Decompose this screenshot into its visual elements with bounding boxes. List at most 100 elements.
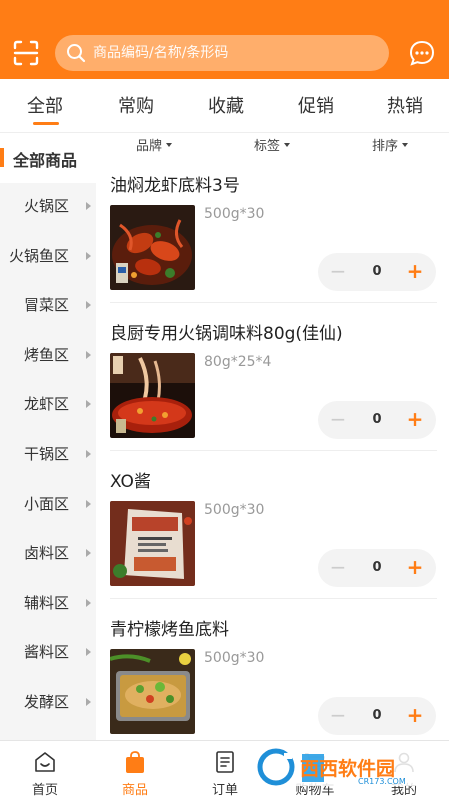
product-item[interactable]: 青柠檬烤鱼底料 500g*30 − 0 + — [96, 599, 449, 740]
chevron-right-icon — [86, 202, 91, 210]
product-name: XO酱 — [110, 472, 151, 492]
category-sidebar: 全部商品 火锅区 火锅鱼区 冒菜区 烤鱼区 龙虾区 干锅区 小面区 卤料区 辅料… — [0, 133, 96, 740]
chevron-right-icon — [86, 351, 91, 359]
tab-hot[interactable]: 热销 — [387, 92, 423, 118]
bag-icon — [123, 750, 147, 774]
increase-button[interactable]: + — [404, 703, 426, 727]
product-name: 良厨专用火锅调味料80g(佳仙) — [110, 324, 343, 344]
sidebar-item-label: 烤鱼区 — [23, 346, 69, 364]
quantity-stepper: − 0 + — [318, 401, 436, 439]
quantity-value[interactable]: 0 — [362, 708, 392, 723]
tab-favorites[interactable]: 收藏 — [208, 92, 244, 118]
chevron-right-icon — [86, 698, 91, 706]
message-icon[interactable] — [408, 39, 436, 67]
product-image[interactable] — [110, 353, 195, 438]
product-list: 油焖龙虾底料3号 500g*30 − 0 + 良厨专用火锅调味料80g(佳仙) … — [96, 155, 449, 740]
product-image[interactable] — [110, 649, 195, 734]
search-box[interactable] — [55, 35, 389, 71]
sidebar-item-all-products[interactable]: 全部商品 — [0, 133, 96, 183]
quantity-stepper: − 0 + — [318, 697, 436, 735]
tab-all[interactable]: 全部 — [27, 92, 63, 118]
sidebar-item-grilled-fish[interactable]: 烤鱼区 — [0, 330, 96, 380]
nav-home[interactable]: 首页 — [0, 741, 90, 797]
product-item[interactable]: 油焖龙虾底料3号 500g*30 − 0 + — [96, 155, 449, 303]
product-spec: 500g*30 — [204, 502, 265, 518]
product-spec: 500g*30 — [204, 206, 265, 222]
scan-icon[interactable] — [13, 40, 39, 66]
filter-label: 标签 — [254, 139, 281, 154]
product-spec: 500g*30 — [204, 650, 265, 666]
quantity-value[interactable]: 0 — [362, 264, 392, 279]
watermark-url: CR173.COM — [358, 777, 406, 786]
chevron-right-icon — [86, 301, 91, 309]
header-bar — [0, 0, 449, 79]
sidebar-item-dry-pot[interactable]: 干锅区 — [0, 429, 96, 479]
nav-label: 商品 — [121, 783, 148, 797]
app: 全部 常购 收藏 促销 热销 全部商品 火锅区 火锅鱼区 冒菜区 烤鱼区 龙虾区 — [0, 0, 449, 797]
chevron-right-icon — [86, 450, 91, 458]
sidebar-item-label: 酱料区 — [23, 643, 69, 661]
quantity-value[interactable]: 0 — [362, 412, 392, 427]
search-icon — [66, 43, 86, 63]
sidebar-item-label: 干锅区 — [23, 445, 69, 463]
order-icon — [213, 750, 237, 774]
tab-frequent[interactable]: 常购 — [118, 92, 154, 118]
caret-down-icon — [166, 143, 173, 147]
sidebar-item-label: 全部商品 — [13, 151, 78, 170]
sidebar-item-braise[interactable]: 卤料区 — [0, 528, 96, 578]
product-item[interactable]: XO酱 500g*30 − 0 + — [96, 451, 449, 599]
chevron-right-icon — [86, 549, 91, 557]
caret-down-icon — [284, 143, 291, 147]
chevron-right-icon — [86, 648, 91, 656]
sidebar-item-sauce[interactable]: 酱料区 — [0, 627, 96, 677]
nav-label: 首页 — [31, 783, 58, 797]
increase-button[interactable]: + — [404, 259, 426, 283]
category-tabs: 全部 常购 收藏 促销 热销 — [0, 79, 449, 133]
sidebar-item-label: 小面区 — [23, 495, 69, 513]
tab-promotions[interactable]: 促销 — [298, 92, 334, 118]
sidebar-item-maocai[interactable]: 冒菜区 — [0, 280, 96, 330]
quantity-value[interactable]: 0 — [362, 560, 392, 575]
chevron-right-icon — [86, 599, 91, 607]
sidebar-item-noodles[interactable]: 小面区 — [0, 479, 96, 529]
quantity-stepper: − 0 + — [318, 253, 436, 291]
sidebar-item-crayfish[interactable]: 龙虾区 — [0, 379, 96, 429]
home-icon — [33, 750, 57, 774]
product-item[interactable]: 良厨专用火锅调味料80g(佳仙) 80g*25*4 − 0 + — [96, 303, 449, 451]
product-image[interactable] — [110, 205, 195, 290]
chevron-right-icon — [86, 400, 91, 408]
sidebar-item-auxiliary[interactable]: 辅料区 — [0, 578, 96, 628]
decrease-button[interactable]: − — [328, 408, 348, 432]
product-spec: 80g*25*4 — [204, 354, 272, 370]
increase-button[interactable]: + — [404, 555, 426, 579]
filter-brand[interactable]: 品牌 — [136, 135, 173, 154]
sidebar-item-hotpot[interactable]: 火锅区 — [0, 181, 96, 231]
sidebar-item-ferment[interactable]: 发酵区 — [0, 677, 96, 727]
sidebar-item-label: 卤料区 — [23, 544, 69, 562]
filter-label: 品牌 — [136, 139, 163, 154]
filter-tag[interactable]: 标签 — [254, 135, 291, 154]
product-name: 油焖龙虾底料3号 — [110, 176, 240, 196]
active-category-indicator — [0, 148, 4, 167]
decrease-button[interactable]: − — [328, 260, 348, 284]
sidebar-item-label: 火锅区 — [23, 197, 69, 215]
sidebar-item-hotpot-fish[interactable]: 火锅鱼区 — [0, 231, 96, 281]
filter-sort[interactable]: 排序 — [372, 135, 409, 154]
decrease-button[interactable]: − — [328, 704, 348, 728]
search-input[interactable] — [93, 35, 373, 71]
product-image[interactable] — [110, 501, 195, 586]
caret-down-icon — [402, 143, 409, 147]
active-tab-indicator — [33, 122, 59, 125]
decrease-button[interactable]: − — [328, 556, 348, 580]
increase-button[interactable]: + — [404, 407, 426, 431]
chevron-right-icon — [86, 252, 91, 260]
chevron-right-icon — [86, 500, 91, 508]
watermark-logo: 西西软件园 CR173.COM — [254, 744, 434, 790]
sidebar-item-label: 火锅鱼区 — [8, 247, 69, 265]
sidebar-item-label: 发酵区 — [23, 693, 69, 711]
sidebar-item-label: 龙虾区 — [23, 395, 69, 413]
sidebar-item-label: 辅料区 — [23, 594, 69, 612]
nav-products[interactable]: 商品 — [90, 741, 180, 797]
sidebar-item-label: 冒菜区 — [23, 296, 69, 314]
filter-bar: 品牌 标签 排序 — [96, 133, 449, 155]
